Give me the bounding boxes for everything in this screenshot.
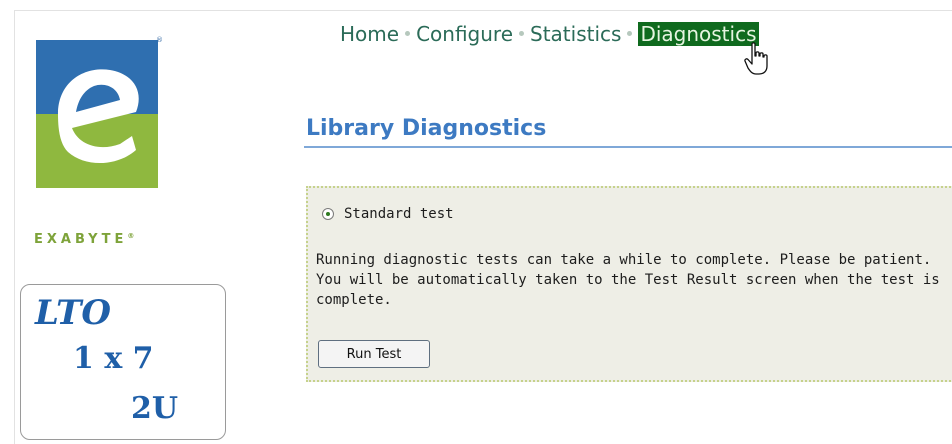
logo-wordmark-text: EXABYTE xyxy=(34,232,128,247)
model-line-1: LTO xyxy=(35,293,112,333)
diagnostics-panel: Standard test Running diagnostic tests c… xyxy=(306,186,952,382)
exabyte-logo: ® xyxy=(36,36,163,234)
nav-separator xyxy=(519,31,524,36)
radio-selected-dot xyxy=(326,212,330,216)
e-icon xyxy=(58,69,139,164)
nav-home-link[interactable]: Home xyxy=(340,22,399,46)
standard-test-option[interactable]: Standard test xyxy=(322,206,454,222)
run-test-button[interactable]: Run Test xyxy=(318,340,430,368)
nav-diagnostics-link[interactable]: Diagnostics xyxy=(638,22,759,46)
diagnostics-description: Running diagnostic tests can take a whil… xyxy=(316,252,940,308)
logo-wordmark: EXABYTE® xyxy=(34,232,164,247)
standard-test-radio[interactable] xyxy=(322,208,334,220)
model-info-box: LTO 1 x 7 2U xyxy=(20,284,226,440)
standard-test-label: Standard test xyxy=(344,206,454,222)
top-nav: Home Configure Statistics Diagnostics xyxy=(340,22,759,50)
model-line-2: 1 x 7 xyxy=(73,341,154,376)
nav-statistics-link[interactable]: Statistics xyxy=(530,22,621,46)
nav-configure-link[interactable]: Configure xyxy=(416,22,513,46)
nav-separator xyxy=(627,31,633,36)
nav-separator xyxy=(405,31,411,36)
hand-pointer-icon xyxy=(744,42,768,75)
model-line-3: 2U xyxy=(131,391,179,426)
heading-divider xyxy=(304,146,952,148)
wordmark-trademark: ® xyxy=(127,232,135,240)
page-title: Library Diagnostics xyxy=(306,116,547,141)
